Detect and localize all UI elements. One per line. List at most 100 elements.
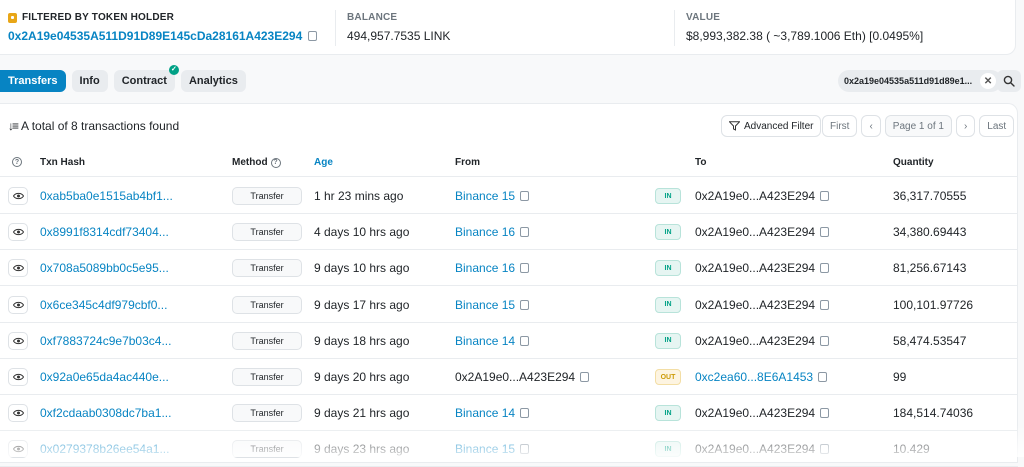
txn-hash-link[interactable]: 0xf2cdaab0308dc7ba1... bbox=[40, 395, 171, 431]
copy-icon[interactable] bbox=[520, 406, 533, 419]
method-badge: Transfer bbox=[232, 295, 302, 314]
address-filter-chip[interactable]: 0x2a19e04535a511d91d89e1... ✕ bbox=[838, 70, 1003, 92]
to-address: 0x2A19e0...A423E294 bbox=[695, 225, 816, 240]
question-icon[interactable]: ? bbox=[12, 157, 22, 167]
eye-icon[interactable] bbox=[8, 404, 28, 423]
copy-icon[interactable] bbox=[820, 225, 833, 238]
txn-hash-link[interactable]: 0x92a0e65da4ac440e... bbox=[40, 359, 169, 395]
from-address[interactable]: Binance 15 bbox=[455, 298, 515, 312]
to-cell: 0x2A19e0...A423E294 bbox=[695, 323, 833, 359]
eye-icon[interactable] bbox=[8, 368, 28, 386]
from-address[interactable]: Binance 14 bbox=[455, 334, 515, 348]
token-holder-summary: FILTERED BY TOKEN HOLDER 0x2A19e04535A51… bbox=[0, 0, 1016, 55]
txn-hash-link[interactable]: 0xf7883724c9e7b03c4... bbox=[40, 323, 171, 359]
chevron-right-icon: › bbox=[963, 120, 968, 132]
column-to: To bbox=[695, 157, 707, 168]
tab-transfers[interactable]: Transfers bbox=[0, 70, 66, 92]
next-page-button[interactable]: › bbox=[955, 115, 976, 137]
page-info: Page 1 of 1 bbox=[884, 115, 952, 137]
advanced-filter-button[interactable]: Advanced Filter bbox=[721, 115, 822, 137]
from-cell: Binance 15 bbox=[455, 287, 533, 323]
holder-address[interactable]: 0x2A19e04535A511D91D89E145cDa28161A423E2… bbox=[8, 29, 321, 43]
direction-badge: IN bbox=[655, 441, 681, 458]
value-label: VALUE bbox=[686, 12, 721, 23]
from-address[interactable]: Binance 16 bbox=[455, 225, 515, 239]
to-address: 0x2A19e0...A423E294 bbox=[695, 442, 816, 457]
from-address[interactable]: Binance 14 bbox=[455, 406, 515, 420]
copy-icon[interactable] bbox=[820, 261, 833, 274]
age-cell: 9 days 21 hrs ago bbox=[314, 406, 410, 421]
eye-icon[interactable] bbox=[8, 259, 28, 278]
holder-label: FILTERED BY TOKEN HOLDER bbox=[8, 12, 317, 23]
view-cell bbox=[8, 323, 28, 359]
tab-info[interactable]: Info bbox=[71, 70, 108, 92]
eye-icon[interactable] bbox=[8, 223, 28, 242]
eye-icon[interactable] bbox=[8, 331, 28, 350]
from-address[interactable]: Binance 15 bbox=[455, 442, 515, 456]
age-cell: 4 days 10 hrs ago bbox=[314, 225, 410, 240]
copy-icon[interactable] bbox=[820, 297, 833, 310]
to-cell: 0x2A19e0...A423E294 bbox=[695, 287, 833, 323]
tab-bar: Transfers Info Contract ✓ Analytics bbox=[0, 65, 246, 92]
direction-cell: OUT bbox=[655, 359, 681, 395]
tab-contract[interactable]: Contract ✓ bbox=[113, 65, 179, 92]
method-cell: Transfer bbox=[232, 250, 302, 286]
close-icon[interactable]: ✕ bbox=[980, 73, 997, 89]
advanced-filter-label: Advanced Filter bbox=[744, 120, 814, 132]
eye-icon[interactable] bbox=[8, 440, 28, 459]
copy-icon[interactable] bbox=[820, 333, 833, 346]
tab-analytics[interactable]: Analytics bbox=[180, 70, 246, 92]
info-column-header[interactable]: ? bbox=[12, 157, 22, 167]
quantity-cell: 99 bbox=[893, 370, 907, 384]
column-age[interactable]: Age bbox=[314, 157, 333, 168]
eye-icon[interactable] bbox=[8, 187, 28, 205]
holder-address-text[interactable]: 0x2A19e04535A511D91D89E145cDa28161A423E2… bbox=[8, 29, 302, 43]
direction-cell: IN bbox=[655, 178, 681, 214]
copy-icon[interactable] bbox=[520, 189, 533, 201]
chevron-left-icon: ‹ bbox=[869, 120, 873, 132]
copy-icon[interactable] bbox=[820, 442, 833, 455]
search-button[interactable] bbox=[997, 70, 1021, 92]
question-icon[interactable]: ? bbox=[270, 157, 281, 168]
transactions-count: ↓≡ A total of 8 transactions found bbox=[8, 119, 179, 133]
direction-cell: IN bbox=[655, 250, 681, 286]
direction-badge: IN bbox=[655, 405, 681, 422]
divider bbox=[674, 10, 675, 46]
from-cell: Binance 15 bbox=[455, 178, 533, 214]
prev-page-button[interactable]: ‹ bbox=[861, 115, 881, 137]
txn-hash-link[interactable]: 0x6ce345c4df979cbf0... bbox=[40, 287, 167, 323]
first-page-button[interactable]: First bbox=[822, 115, 858, 137]
copy-icon[interactable] bbox=[520, 442, 533, 455]
quantity-cell: 58,474.53547 bbox=[893, 333, 967, 348]
from-address[interactable]: Binance 16 bbox=[455, 261, 515, 275]
age-cell: 1 hr 23 mins ago bbox=[314, 189, 404, 203]
copy-icon[interactable] bbox=[818, 370, 831, 382]
quantity-cell: 100,101.97726 bbox=[893, 297, 974, 312]
from-cell: Binance 16 bbox=[455, 214, 533, 250]
copy-icon[interactable] bbox=[520, 297, 533, 310]
copy-icon[interactable] bbox=[308, 29, 321, 41]
column-from: From bbox=[455, 157, 480, 168]
view-cell bbox=[8, 431, 28, 467]
method-badge: Transfer bbox=[232, 331, 302, 350]
eye-icon[interactable] bbox=[8, 295, 28, 314]
txn-hash-link[interactable]: 0x8991f8314cdf73404... bbox=[40, 214, 169, 250]
table-row: 0x92a0e65da4ac440e... Transfer 9 days 20 h… bbox=[0, 359, 1018, 395]
txn-hash-link[interactable]: 0x0279378b26ee54a1... bbox=[40, 431, 169, 467]
from-address[interactable]: Binance 15 bbox=[455, 189, 515, 203]
copy-icon[interactable] bbox=[820, 406, 833, 419]
method-badge: Transfer bbox=[232, 259, 302, 278]
quantity-cell: 36,317.70555 bbox=[893, 189, 967, 203]
copy-icon[interactable] bbox=[820, 189, 833, 201]
quantity-cell: 81,256.67143 bbox=[893, 261, 967, 276]
copy-icon[interactable] bbox=[520, 333, 533, 346]
txn-hash-link[interactable]: 0x708a5089bb0c5e95... bbox=[40, 250, 169, 286]
copy-icon[interactable] bbox=[520, 225, 533, 238]
txn-hash-link[interactable]: 0xab5ba0e1515ab4bf1... bbox=[40, 178, 173, 214]
balance-label: BALANCE bbox=[347, 12, 398, 23]
copy-icon[interactable] bbox=[520, 261, 533, 274]
copy-icon[interactable] bbox=[580, 370, 593, 382]
last-page-button[interactable]: Last bbox=[979, 115, 1015, 137]
method-cell: Transfer bbox=[232, 178, 302, 214]
to-address[interactable]: 0xc2ea60...8E6A1453 bbox=[695, 370, 813, 384]
